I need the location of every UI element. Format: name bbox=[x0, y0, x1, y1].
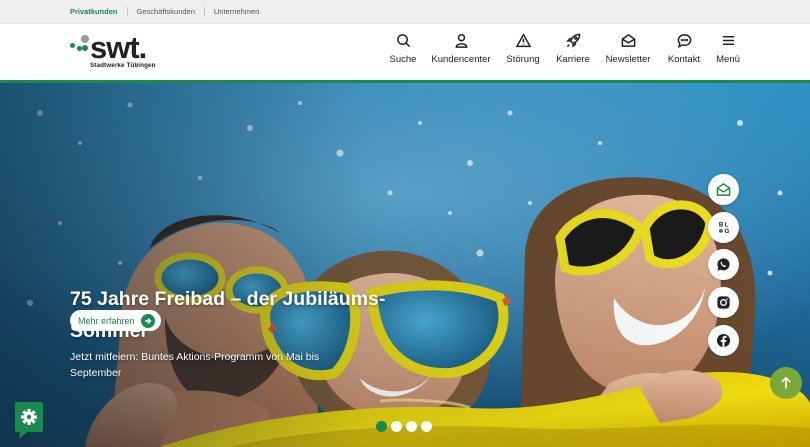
segment-link-geschaeftskunden[interactable]: Geschäftskunden bbox=[137, 7, 195, 16]
divider bbox=[126, 7, 128, 16]
search-icon bbox=[396, 34, 410, 48]
nav-label: Kundencenter bbox=[431, 54, 491, 65]
page: Privatkunden Geschäftskunden Unternehmen… bbox=[0, 0, 810, 447]
hero-subtitle: Jetzt mitfeiern: Buntes Aktions-Programm… bbox=[70, 351, 320, 379]
top-utility-bar: Privatkunden Geschäftskunden Unternehmen bbox=[0, 0, 810, 24]
arrow-up-icon bbox=[781, 376, 791, 389]
arrow-right-icon bbox=[140, 313, 155, 328]
slide-dot-2[interactable] bbox=[391, 421, 402, 432]
slide-dot-4[interactable] bbox=[421, 421, 432, 432]
logo-dot bbox=[81, 35, 89, 43]
segment-links: Privatkunden Geschäftskunden Unternehmen bbox=[70, 7, 259, 16]
swt-logo[interactable]: swt. Stadtwerke Tübingen bbox=[70, 30, 165, 74]
social-instagram-button[interactable] bbox=[708, 287, 739, 318]
facebook-icon bbox=[716, 333, 731, 348]
social-whatsapp-button[interactable] bbox=[708, 249, 739, 280]
nav-label: Karriere bbox=[556, 54, 590, 65]
hero-banner: 75 Jahre Freibad – der Jubiläums-Sommer … bbox=[0, 83, 810, 447]
warning-icon bbox=[515, 33, 531, 48]
nav-menue[interactable]: Menü bbox=[688, 33, 768, 65]
cookie-settings-button[interactable] bbox=[15, 402, 43, 440]
nav-label: Suche bbox=[389, 54, 417, 65]
scroll-to-top-button[interactable] bbox=[770, 367, 802, 399]
mehr-erfahren-label: Mehr erfahren bbox=[78, 315, 135, 326]
divider bbox=[203, 7, 205, 16]
logo-dot bbox=[82, 45, 88, 51]
svg-text:B: B bbox=[719, 222, 724, 229]
logo-subtitle: Stadtwerke Tübingen bbox=[90, 62, 156, 69]
newsletter-icon bbox=[716, 183, 731, 196]
rocket-icon bbox=[565, 33, 580, 48]
slide-dot-1[interactable] bbox=[376, 421, 387, 432]
svg-text:G: G bbox=[724, 228, 729, 235]
social-blog-button[interactable]: B L G bbox=[708, 212, 739, 243]
logo-dot bbox=[70, 43, 75, 48]
nav-label: Menü bbox=[716, 54, 740, 65]
envelope-icon bbox=[621, 33, 635, 47]
segment-link-unternehmen[interactable]: Unternehmen bbox=[214, 7, 259, 16]
slide-dot-3[interactable] bbox=[406, 421, 417, 432]
social-newsletter-button[interactable] bbox=[708, 174, 739, 205]
gear-icon bbox=[15, 402, 43, 439]
hero-photo bbox=[0, 83, 810, 447]
logo-wordmark: swt. bbox=[90, 30, 147, 65]
social-facebook-button[interactable] bbox=[708, 325, 739, 356]
blog-icon: B L G bbox=[719, 222, 730, 235]
instagram-icon bbox=[717, 296, 730, 309]
mehr-erfahren-button[interactable]: Mehr erfahren bbox=[70, 310, 161, 331]
whatsapp-icon bbox=[717, 258, 730, 271]
hamburger-icon bbox=[722, 36, 734, 45]
segment-link-privatkunden[interactable]: Privatkunden bbox=[70, 7, 118, 16]
slider-pagination bbox=[376, 421, 432, 432]
user-icon bbox=[455, 33, 467, 48]
